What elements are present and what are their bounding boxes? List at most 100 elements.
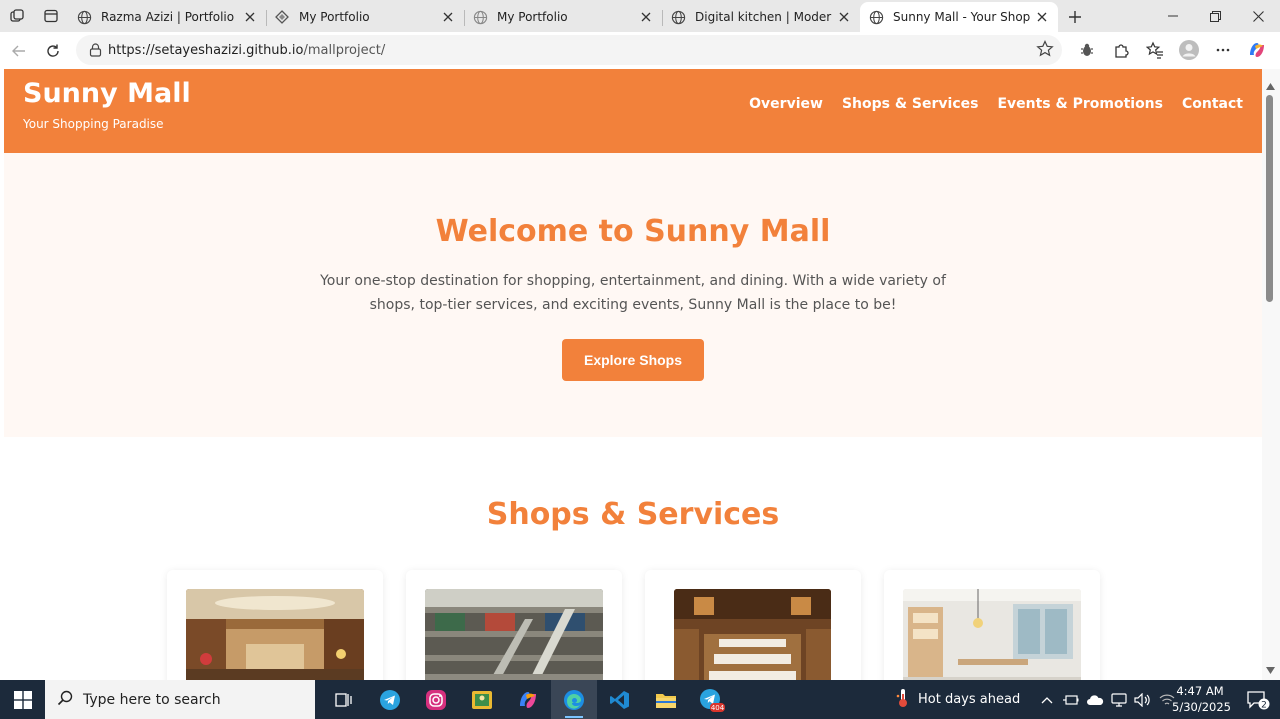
nav-link-overview[interactable]: Overview: [749, 96, 823, 112]
globe-icon: [670, 9, 686, 25]
close-icon[interactable]: [836, 9, 852, 25]
restore-icon[interactable]: [1194, 0, 1237, 32]
tab-razma-portfolio[interactable]: Razma Azizi | Portfolio: [68, 2, 266, 32]
tab-actions-icon[interactable]: [34, 0, 68, 32]
tab-digital-kitchen[interactable]: Digital kitchen | Modern Culi: [662, 2, 860, 32]
scroll-down-arrow-icon[interactable]: [1266, 659, 1275, 678]
shop-cards: [4, 570, 1262, 680]
thermometer-icon: [896, 688, 910, 712]
chevron-up-icon[interactable]: [1038, 691, 1056, 709]
task-view-icon[interactable]: [321, 680, 367, 719]
nav-link-contact[interactable]: Contact: [1182, 96, 1243, 112]
copilot-icon[interactable]: [1240, 35, 1274, 65]
window-controls: [1151, 0, 1280, 32]
close-window-icon[interactable]: [1237, 0, 1280, 32]
mall-corridor-image: [185, 589, 364, 680]
weather-widget[interactable]: Hot days ahead: [896, 680, 1020, 719]
url-text: https://setayeshazizi.github.io/mallproj…: [108, 43, 385, 58]
page-viewport: Sunny Mall Your Shopping Paradise Overvi…: [4, 69, 1262, 680]
shop-card[interactable]: [883, 570, 1100, 680]
display-icon[interactable]: [1110, 691, 1128, 709]
scrollbar-thumb[interactable]: [1266, 95, 1273, 302]
close-icon[interactable]: [242, 9, 258, 25]
refresh-icon[interactable]: [36, 36, 70, 66]
url-host: https://setayeshazizi.github.io: [108, 42, 304, 58]
vscode-icon[interactable]: [597, 680, 643, 719]
windows-start-icon[interactable]: [0, 680, 45, 719]
interior-room-image: [902, 589, 1081, 680]
url-path: /mallproject/: [303, 42, 386, 58]
photos-app-icon[interactable]: [459, 680, 505, 719]
globe-icon: [76, 9, 92, 25]
diamond-icon: [274, 9, 290, 25]
edge-browser-icon[interactable]: [551, 680, 597, 719]
tab-title: My Portfolio: [497, 10, 568, 24]
search-icon: [57, 690, 73, 710]
telegram-badge-icon[interactable]: 404: [689, 680, 735, 719]
close-icon[interactable]: [638, 9, 654, 25]
explore-shops-button[interactable]: Explore Shops: [561, 339, 705, 381]
back-arrow-icon[interactable]: [2, 36, 36, 66]
onedrive-icon[interactable]: [1086, 691, 1104, 709]
notification-count: 2: [1261, 700, 1267, 710]
hero-section: Welcome to Sunny Mall Your one-stop dest…: [4, 153, 1262, 437]
restaurant-image: [674, 589, 831, 680]
tab-sunny-mall[interactable]: Sunny Mall - Your Shopping: [860, 2, 1058, 32]
extensions-puzzle-icon[interactable]: [1104, 35, 1138, 65]
tab-my-portfolio-2[interactable]: My Portfolio: [464, 2, 662, 32]
workspaces-icon[interactable]: [0, 0, 34, 32]
nav-link-shops-services[interactable]: Shops & Services: [842, 96, 979, 112]
tab-title: Sunny Mall - Your Shopping: [893, 10, 1030, 24]
lock-icon[interactable]: [84, 43, 106, 57]
file-explorer-icon[interactable]: [643, 680, 689, 719]
favorite-star-icon[interactable]: [1036, 40, 1054, 62]
copilot-app-icon[interactable]: [505, 680, 551, 719]
telegram-icon[interactable]: [367, 680, 413, 719]
close-icon[interactable]: [1034, 9, 1050, 25]
nav-link-events-promotions[interactable]: Events & Promotions: [997, 96, 1163, 112]
scroll-up-arrow-icon[interactable]: [1266, 75, 1275, 94]
search-placeholder: Type here to search: [83, 691, 221, 708]
shop-card[interactable]: [166, 570, 383, 680]
site-header: Sunny Mall Your Shopping Paradise Overvi…: [4, 69, 1262, 153]
shop-card[interactable]: [405, 570, 622, 680]
profile-avatar-icon[interactable]: [1172, 35, 1206, 65]
clock-time: 4:47 AM: [1176, 684, 1224, 698]
tab-title: My Portfolio: [299, 10, 370, 24]
close-icon[interactable]: [440, 9, 456, 25]
taskbar-apps: 404: [321, 680, 735, 719]
browser-extensions: [1070, 35, 1274, 65]
site-nav: Overview Shops & Services Events & Promo…: [749, 69, 1243, 112]
address-bar[interactable]: https://setayeshazizi.github.io/mallproj…: [76, 35, 1062, 65]
clock-date: 5/30/2025: [1172, 700, 1231, 714]
weather-text: Hot days ahead: [918, 692, 1021, 707]
notification-center-icon[interactable]: 2: [1238, 680, 1278, 719]
taskbar-search-box[interactable]: Type here to search: [45, 680, 315, 719]
favorites-icon[interactable]: [1138, 35, 1172, 65]
telegram-badge-count: 404: [711, 704, 725, 712]
taskbar-clock[interactable]: 4:47 AM 5/30/2025: [1172, 683, 1231, 715]
new-tab-button[interactable]: [1058, 2, 1092, 32]
tab-my-portfolio-1[interactable]: My Portfolio: [266, 2, 464, 32]
system-tray: [1038, 680, 1176, 719]
bug-extension-icon[interactable]: [1070, 35, 1104, 65]
battery-plug-icon[interactable]: [1062, 691, 1080, 709]
tab-title: Digital kitchen | Modern Culi: [695, 10, 832, 24]
shops-heading: Shops & Services: [486, 497, 780, 532]
browser-toolbar: https://setayeshazizi.github.io/mallproj…: [0, 32, 1280, 69]
hero-description: Your one-stop destination for shopping, …: [320, 273, 946, 313]
minimize-icon[interactable]: [1151, 0, 1194, 32]
tab-title: Razma Azizi | Portfolio: [101, 10, 235, 24]
windows-taskbar: Type here to search 404 Hot days ahead 4…: [0, 680, 1280, 719]
page-scrollbar[interactable]: [1262, 69, 1280, 680]
instagram-icon[interactable]: [413, 680, 459, 719]
more-options-icon[interactable]: [1206, 35, 1240, 65]
site-title: Sunny Mall: [23, 78, 191, 109]
shops-section: Shops & Services: [4, 437, 1262, 680]
brand: Sunny Mall Your Shopping Paradise: [23, 69, 191, 131]
shop-card[interactable]: [644, 570, 861, 680]
site-tagline: Your Shopping Paradise: [23, 117, 164, 131]
globe-icon: [472, 9, 488, 25]
globe-icon: [868, 9, 884, 25]
volume-icon[interactable]: [1134, 691, 1152, 709]
